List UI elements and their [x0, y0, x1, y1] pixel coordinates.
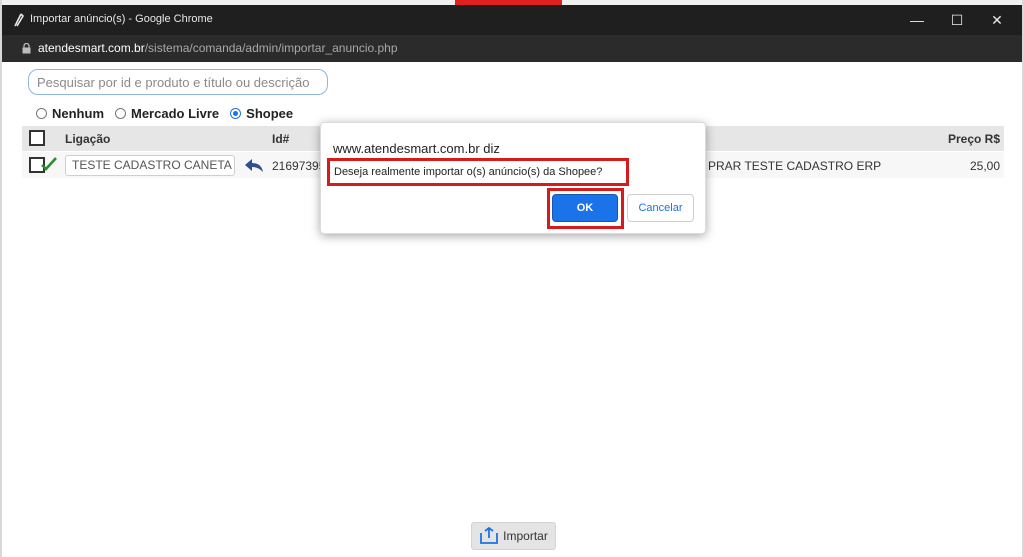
row-price: 25,00 [969, 159, 1000, 173]
close-window-button[interactable]: ✕ [980, 9, 1014, 31]
select-all-checkbox[interactable] [29, 130, 45, 146]
cancel-button[interactable]: Cancelar [627, 194, 694, 222]
ok-button[interactable]: OK [552, 194, 618, 222]
chrome-window-icon [14, 13, 24, 27]
radio-option-nenhum[interactable]: Nenhum [36, 106, 104, 121]
search-input[interactable] [28, 69, 328, 95]
url-path: /sistema/comanda/admin/importar_anuncio.… [144, 41, 398, 55]
import-arrow-icon [480, 527, 499, 544]
radio-label: Nenhum [52, 105, 104, 121]
lock-icon [22, 43, 31, 54]
column-header-id: Id# [272, 132, 290, 146]
radio-button[interactable] [115, 107, 126, 119]
radio-label: Shopee [246, 105, 294, 121]
maximize-button[interactable]: ☐ [940, 9, 974, 31]
page-content: Nenhum Mercado Livre Shopee Ligação Id# … [0, 62, 1024, 557]
url-host: atendesmart.com.br [38, 41, 145, 55]
checkmark-icon [41, 157, 57, 171]
dialog-message: Deseja realmente importar o(s) anúncio(s… [334, 166, 603, 178]
page-url: atendesmart.com.br/sistema/comanda/admin… [38, 41, 398, 55]
radio-button[interactable] [36, 107, 47, 119]
radio-option-shopee[interactable]: Shopee [230, 106, 293, 121]
marketplace-filter: Nenhum Mercado Livre Shopee [36, 104, 304, 122]
import-button[interactable]: Importar [471, 522, 556, 550]
row-checkbox[interactable] [29, 157, 57, 173]
minimize-button[interactable]: — [900, 9, 934, 31]
column-header-price: Preço R$ [947, 132, 1000, 146]
row-id: 21697395 [272, 159, 326, 173]
radio-button-selected[interactable] [230, 107, 242, 119]
radio-label: Mercado Livre [131, 105, 220, 121]
link-input[interactable]: TESTE CADASTRO CANETA [65, 155, 235, 176]
dialog-origin: www.atendesmart.com.br diz [333, 141, 500, 156]
reply-arrow-icon[interactable] [244, 157, 264, 173]
import-button-label: Importar [503, 529, 548, 543]
confirm-dialog: www.atendesmart.com.br diz Deseja realme… [320, 122, 706, 234]
column-header-link: Ligação [65, 132, 111, 146]
window-title: Importar anúncio(s) - Google Chrome [30, 13, 213, 25]
radio-option-mercado-livre[interactable]: Mercado Livre [115, 106, 219, 121]
window-titlebar: Importar anúncio(s) - Google Chrome — ☐ … [0, 5, 1024, 35]
row-title: PRAR TESTE CADASTRO ERP [708, 159, 882, 173]
address-bar[interactable]: atendesmart.com.br/sistema/comanda/admin… [0, 35, 1024, 62]
